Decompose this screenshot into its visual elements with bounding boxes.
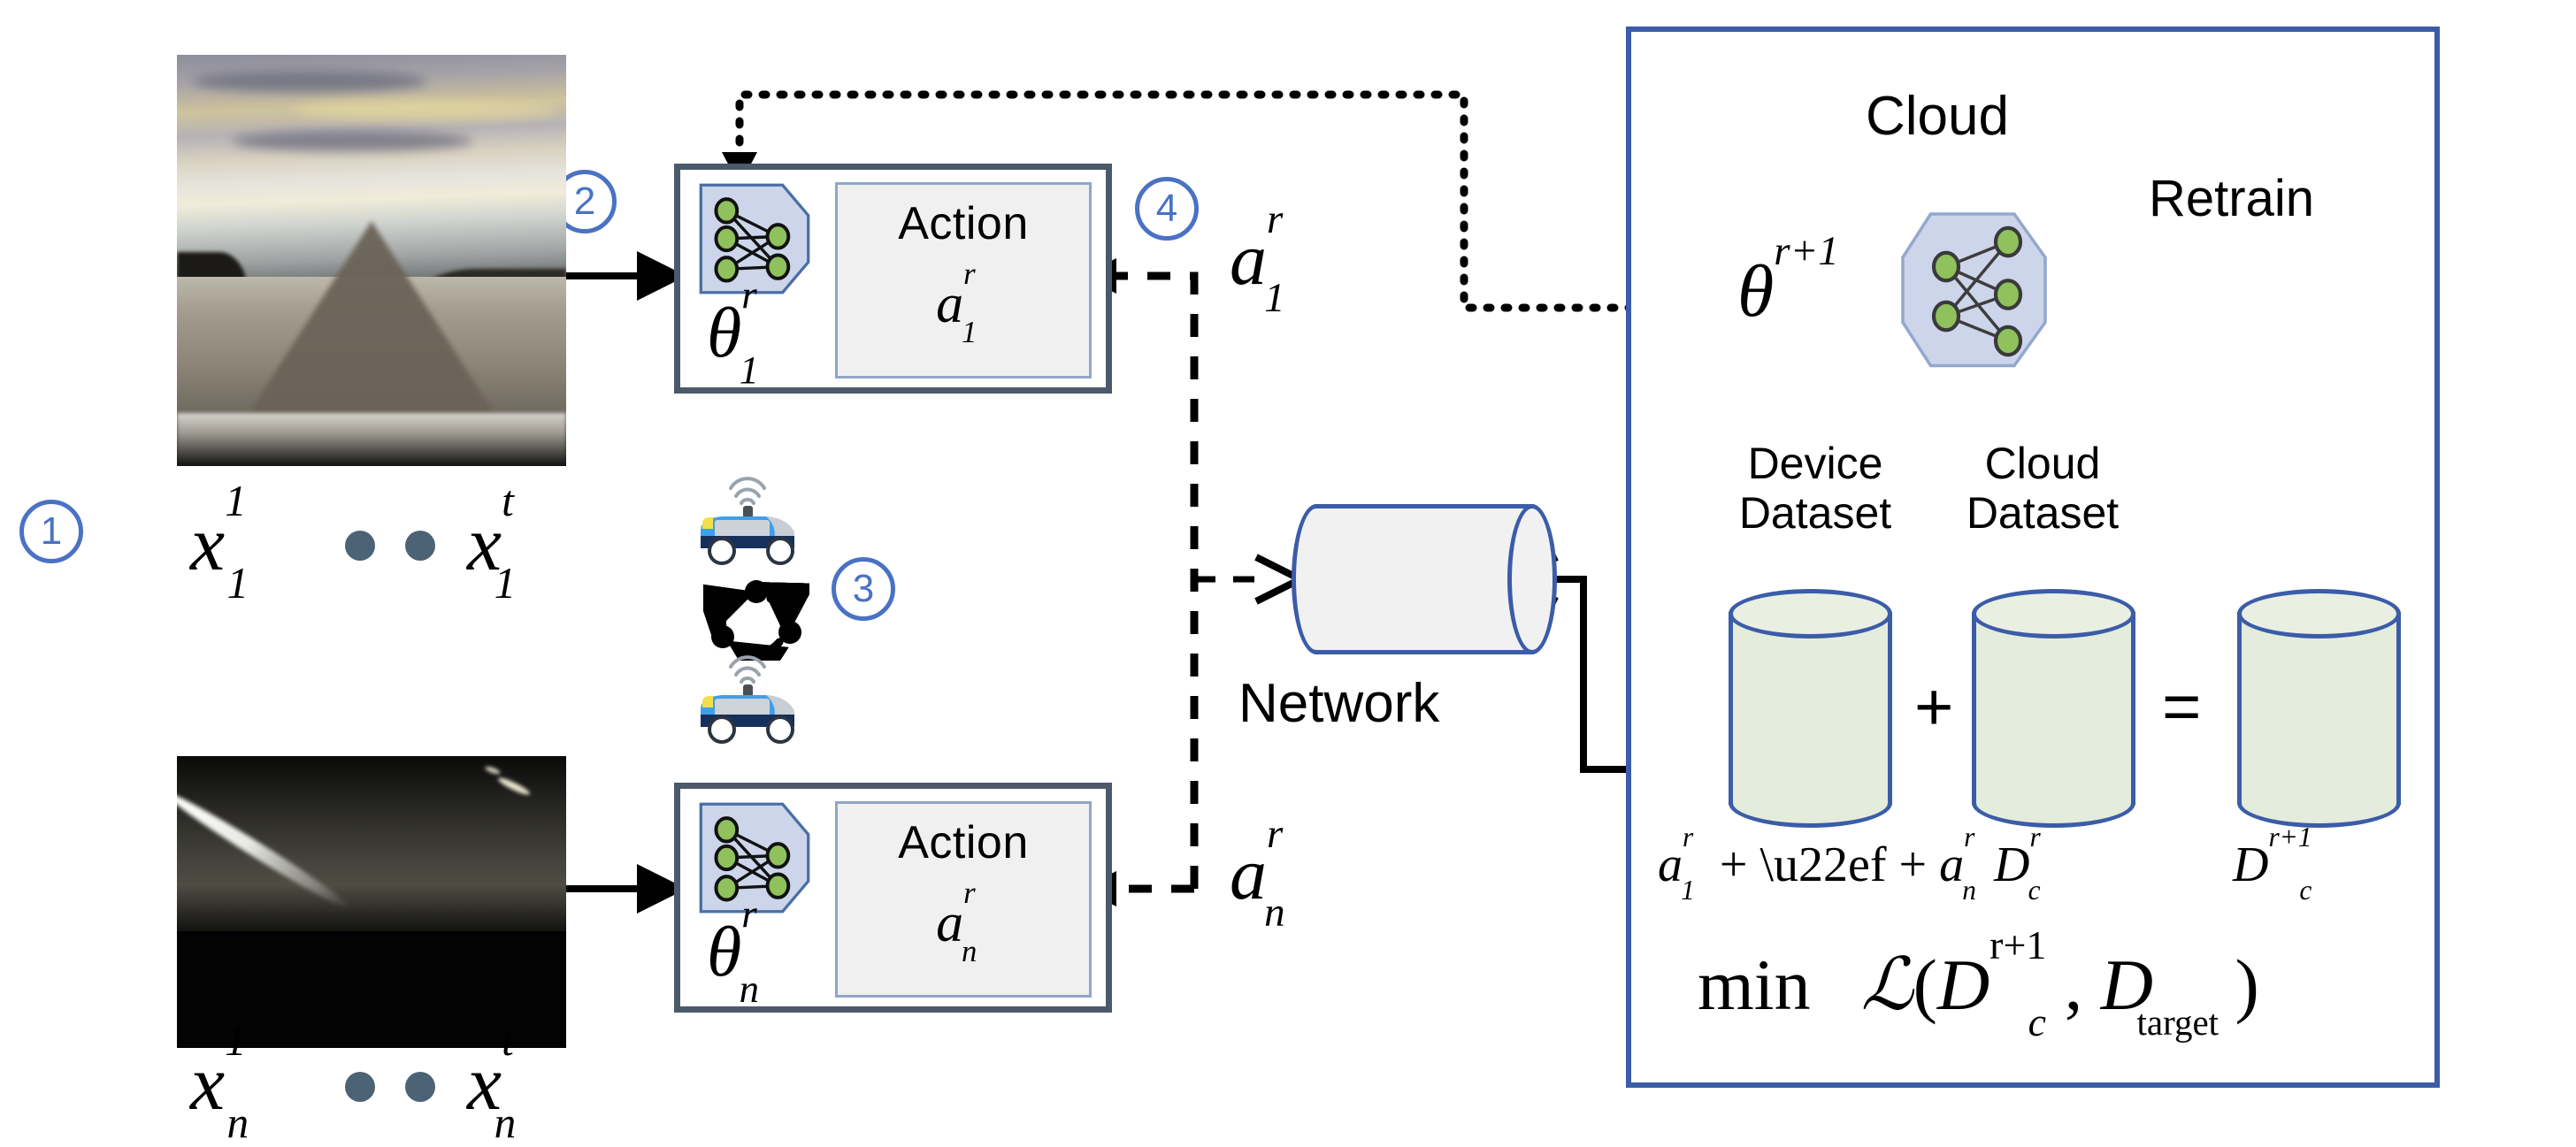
device-dataset-caption: ar1 + \u22ef + arn: [1658, 821, 1976, 906]
device-dataset-title: Device Dataset: [1683, 439, 1948, 538]
cloud-dataset-cylinder: [1972, 589, 2135, 828]
step-badge-4: 4: [1135, 177, 1199, 241]
cloud-dataset-caption: Drc: [1994, 821, 2041, 906]
device1-theta-label: θr1: [707, 271, 759, 392]
device1-output-action-label: ar1: [1230, 195, 1285, 321]
merged-dataset-caption: Dr+1c: [2233, 821, 2312, 906]
device-dataset-title-line1: Device: [1747, 439, 1883, 488]
objective-comma: ,: [2064, 944, 2101, 1025]
cloud-dataset-title: Cloud Dataset: [1910, 439, 2175, 538]
network-label: Network: [1238, 673, 1440, 734]
road-surface: [239, 221, 504, 430]
objective-close: ): [2235, 944, 2259, 1025]
device1-input-label: x11: [190, 477, 268, 608]
objective-d1-sub: c: [2028, 999, 2047, 1045]
ellipsis-dot-4: [405, 1072, 435, 1102]
objective-d1: D: [1936, 944, 1990, 1025]
devicen-output-action-label: arn: [1230, 810, 1285, 936]
equals-operator: =: [2162, 669, 2202, 745]
cloud-streak-3: [231, 130, 473, 152]
cyl-top: [1729, 589, 1892, 638]
objective-open: (: [1913, 944, 1937, 1025]
cloud-streak-2: [294, 101, 559, 119]
cyl-body: [2237, 612, 2401, 805]
devicen-action-title: Action: [898, 817, 1029, 868]
network-cylinder-right-cap: [1507, 504, 1557, 654]
devicen-input-label-last: xtn: [467, 1016, 517, 1147]
cloud-title: Cloud: [1866, 86, 2009, 147]
network-cylinder-body: [1315, 504, 1534, 654]
plus-operator: +: [1914, 669, 1954, 745]
devicen-action-value: arn: [936, 875, 978, 969]
dashcam-photo-device-1: [177, 55, 566, 466]
device-dataset-title-line2: Dataset: [1738, 488, 1892, 538]
cyl-body: [1972, 612, 2135, 805]
merged-dataset-cylinder: [2237, 589, 2401, 828]
step-badge-1: 1: [19, 500, 83, 563]
dashed-action1-out: [1110, 271, 1199, 889]
ellipsis-dot-2: [405, 531, 435, 561]
objective-d1-sup: r+1: [1990, 922, 2047, 968]
cloud-panel: Cloud θr+1 Retrain Device Dataset Cloud …: [1626, 27, 2440, 1088]
device1-action-value: ar1: [936, 256, 978, 350]
device1-input-label-last: xt1: [467, 477, 517, 608]
cloud-theta-new-label: θr+1: [1737, 227, 1839, 333]
cyl-top: [2237, 589, 2401, 638]
network-cylinder: [1292, 504, 1557, 654]
car-hood: [177, 412, 566, 466]
device-box-n[interactable]: θrn Action arn: [674, 783, 1112, 1013]
devicen-theta-label: θrn: [707, 891, 759, 1011]
retrain-label: Retrain: [2149, 170, 2314, 227]
device1-action-title: Action: [898, 198, 1029, 249]
device-dataset-cylinder: [1729, 589, 1892, 828]
objective-formula: min ℒ(Dr+1c, Dtarget): [1698, 925, 2259, 1043]
ellipsis-dot-3: [345, 1072, 375, 1102]
objective-loss: ℒ: [1860, 944, 1913, 1025]
cloud-dataset-title-line1: Cloud: [1984, 439, 2101, 488]
dashcam-photo-device-n: [177, 756, 566, 1048]
autonomous-car-icon-bottom: [701, 655, 794, 744]
neural-network-icon: [1901, 212, 2047, 368]
cloud-dataset-title-line2: Dataset: [1966, 488, 2120, 538]
ellipsis-dot-1: [345, 531, 375, 561]
autonomous-car-icon-top: [701, 477, 794, 565]
cyl-top: [1972, 589, 2135, 638]
step-badge-3: 3: [832, 557, 895, 621]
devicen-action-box: Action arn: [835, 801, 1092, 998]
cloud-streak-1: [192, 71, 426, 92]
devicen-input-label: x1n: [190, 1016, 249, 1147]
objective-min: min: [1698, 944, 1811, 1025]
x-first-term: x11: [190, 477, 249, 608]
device-box-1[interactable]: θr1 Action ar1: [674, 164, 1112, 394]
objective-d2-sub: target: [2136, 1001, 2220, 1043]
cyl-body: [1729, 612, 1892, 805]
device1-action-box: Action ar1: [835, 182, 1092, 379]
